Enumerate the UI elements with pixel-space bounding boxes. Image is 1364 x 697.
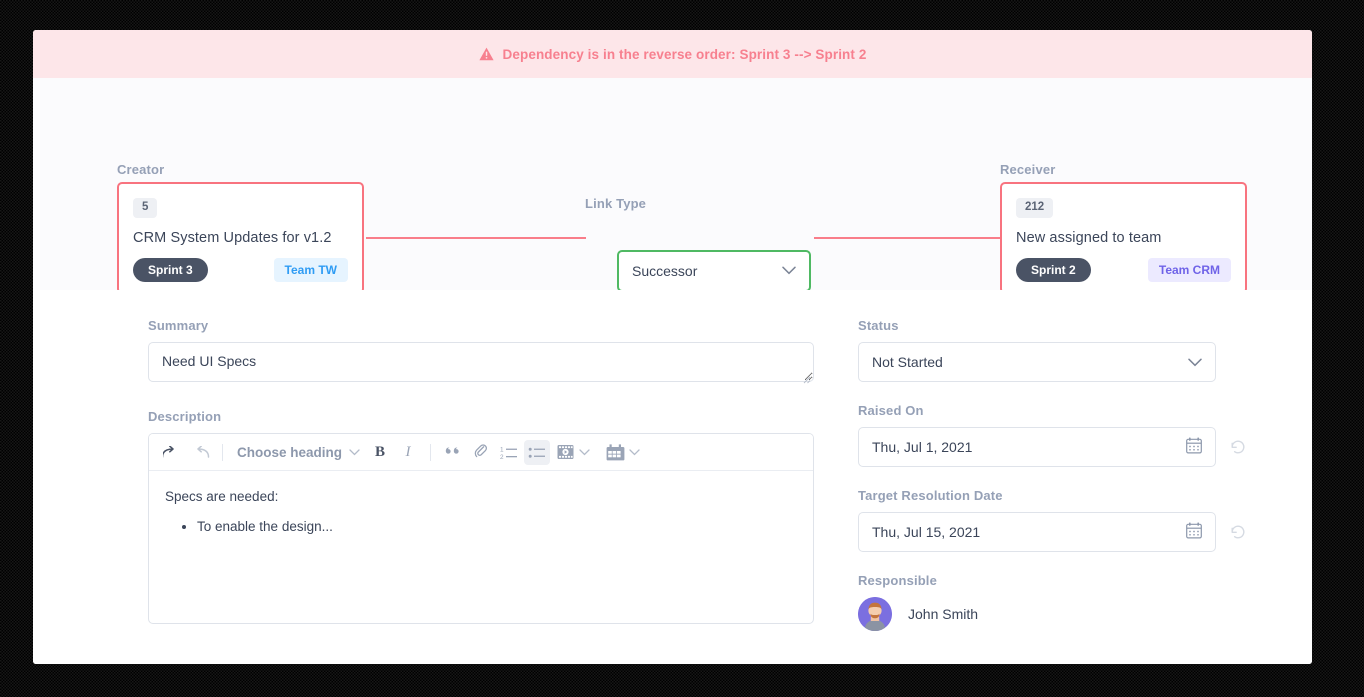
form-left-column: Summary Description [148, 318, 814, 624]
warning-banner-text: Dependency is in the reverse order: Spri… [502, 46, 867, 62]
description-body[interactable]: Specs are needed: To enable the design..… [149, 471, 813, 623]
raised-on-date-input[interactable]: Thu, Jul 1, 2021 [858, 427, 1216, 467]
media-group [552, 440, 590, 465]
receiver-card[interactable]: 212 New assigned to team Sprint 2 Team C… [1000, 182, 1247, 294]
target-resolution-date-value: Thu, Jul 15, 2021 [872, 524, 981, 540]
warning-banner: Dependency is in the reverse order: Spri… [33, 30, 1312, 78]
receiver-team-badge: Team CRM [1147, 257, 1231, 282]
chevron-down-icon [1188, 354, 1202, 370]
raised-on-reset-icon[interactable] [1230, 439, 1246, 455]
description-editor: Choose heading B I 1 2 Specs are needed:… [148, 433, 814, 624]
target-resolution-date-input[interactable]: Thu, Jul 15, 2021 [858, 512, 1216, 552]
chevron-down-icon [349, 448, 360, 456]
attachment-icon[interactable] [468, 440, 494, 465]
description-label: Description [148, 409, 222, 424]
table-icon[interactable] [602, 440, 628, 465]
creator-badges: Sprint 3 Team TW [133, 257, 348, 282]
list-item: To enable the design... [197, 516, 797, 539]
dependency-dialog-panel: Dependency is in the reverse order: Spri… [33, 30, 1312, 664]
creator-team-badge: Team TW [273, 257, 348, 282]
target-resolution-date-reset-icon[interactable] [1230, 524, 1246, 540]
creator-label: Creator [117, 162, 165, 177]
heading-dropdown-label: Choose heading [237, 444, 343, 460]
receiver-sprint-badge: Sprint 2 [1016, 257, 1091, 282]
description-bullet-list: To enable the design... [197, 516, 797, 539]
calendar-icon[interactable] [1186, 437, 1202, 457]
summary-input[interactable] [148, 342, 814, 382]
creator-title: CRM System Updates for v1.2 [133, 229, 332, 246]
form-section: Summary Description [33, 290, 1312, 664]
responsible-row[interactable]: John Smith [858, 597, 1258, 631]
link-type-value: Successor [632, 263, 698, 279]
link-type-select[interactable]: Successor [617, 250, 811, 292]
receiver-label: Receiver [1000, 162, 1056, 177]
summary-label: Summary [148, 318, 209, 333]
italic-button[interactable]: I [395, 440, 421, 465]
avatar [858, 597, 892, 631]
raised-on-value: Thu, Jul 1, 2021 [872, 439, 973, 455]
raised-on-row: Thu, Jul 1, 2021 [858, 427, 1258, 467]
receiver-title: New assigned to team [1016, 229, 1162, 246]
responsible-name: John Smith [908, 606, 979, 622]
bullet-list-icon[interactable] [524, 439, 551, 465]
ordered-list-icon[interactable]: 1 2 [496, 440, 522, 465]
creator-sprint-badge: Sprint 3 [133, 257, 208, 282]
target-resolution-date-row: Thu, Jul 15, 2021 [858, 512, 1258, 552]
bold-button[interactable]: B [367, 440, 393, 465]
link-type-label: Link Type [585, 196, 647, 211]
status-value: Not Started [872, 354, 943, 370]
creator-id-chip: 5 [133, 198, 158, 218]
chevron-down-icon [782, 262, 796, 280]
editor-toolbar: Choose heading B I 1 2 [149, 434, 813, 471]
target-resolution-date-label: Target Resolution Date [858, 488, 1003, 503]
chevron-down-icon[interactable] [629, 448, 640, 456]
status-select[interactable]: Not Started [858, 342, 1216, 382]
responsible-label: Responsible [858, 573, 937, 588]
receiver-badges: Sprint 2 Team CRM [1016, 257, 1231, 282]
chevron-down-icon[interactable] [579, 448, 590, 456]
raised-on-label: Raised On [858, 403, 924, 418]
link-map-section: Creator Receiver Link Type 5 CRM System … [33, 78, 1312, 294]
italic-label: I [405, 443, 411, 460]
redo-icon[interactable] [187, 440, 213, 465]
summary-field-wrapper [148, 342, 814, 387]
form-right-column: Status Not Started Raised On Thu, Jul 1,… [858, 318, 1258, 631]
connector-line-left [366, 237, 586, 239]
receiver-id-chip: 212 [1016, 198, 1054, 218]
bold-label: B [375, 443, 386, 460]
description-paragraph: Specs are needed: [165, 489, 279, 504]
creator-card[interactable]: 5 CRM System Updates for v1.2 Sprint 3 T… [117, 182, 364, 294]
svg-text:1: 1 [500, 446, 504, 453]
undo-icon[interactable] [159, 440, 185, 465]
media-icon[interactable] [552, 440, 578, 465]
quote-icon[interactable] [440, 440, 466, 465]
heading-dropdown[interactable]: Choose heading [232, 440, 365, 465]
warning-triangle-icon [478, 47, 494, 61]
svg-text:2: 2 [500, 454, 504, 460]
status-label: Status [858, 318, 899, 333]
table-group [602, 440, 640, 465]
toolbar-divider [430, 443, 432, 461]
screen-frame: Dependency is in the reverse order: Spri… [0, 0, 1364, 697]
calendar-icon[interactable] [1186, 522, 1202, 542]
toolbar-divider [222, 443, 223, 461]
